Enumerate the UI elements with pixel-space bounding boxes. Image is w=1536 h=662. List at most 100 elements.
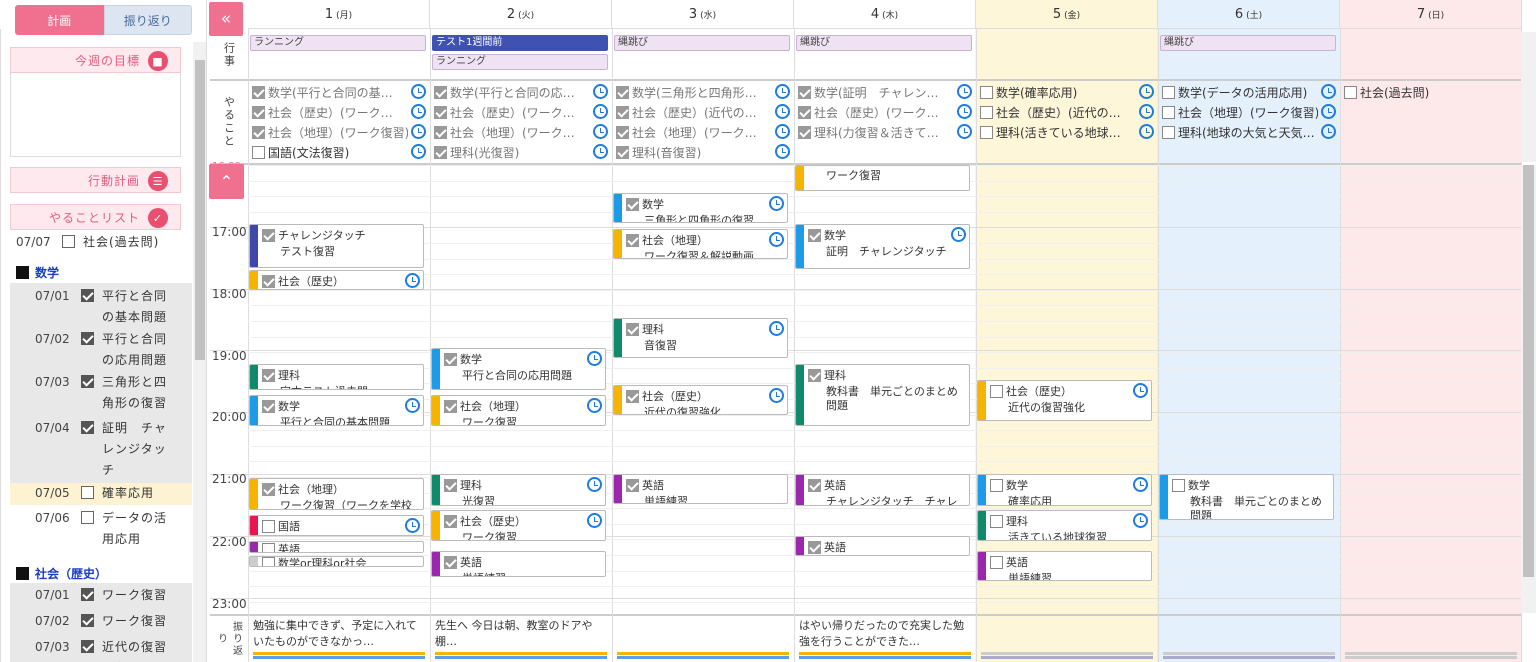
stop-icon[interactable]: ■ xyxy=(148,51,168,71)
reflection-text[interactable] xyxy=(1345,618,1515,652)
todo-checkbox[interactable] xyxy=(434,145,447,159)
item-checkbox[interactable] xyxy=(81,375,94,388)
todo-checkbox[interactable] xyxy=(1344,85,1357,99)
reflection-text[interactable] xyxy=(1163,618,1333,652)
todo-checkbox[interactable] xyxy=(980,125,993,139)
item-checkbox[interactable] xyxy=(62,235,75,248)
day-header[interactable]: 3 (水) xyxy=(612,0,794,29)
grid-scrollbar[interactable] xyxy=(1521,165,1536,613)
todo-item[interactable]: 数学(三角形と四角形… xyxy=(616,82,772,102)
item-checkbox[interactable] xyxy=(81,486,94,499)
todo-item[interactable]: 社会（地理）(ワーク復習) xyxy=(1162,102,1318,122)
clock-icon[interactable] xyxy=(1139,84,1154,99)
schedule-card[interactable]: 社会（地理） ワーク復習 xyxy=(431,395,606,426)
day-header[interactable]: 2 (火) xyxy=(430,0,612,29)
clock-icon[interactable] xyxy=(775,84,790,99)
clock-icon[interactable] xyxy=(1321,104,1336,119)
tab-plan[interactable]: 計画 xyxy=(15,5,104,35)
todo-item[interactable]: 数学(データの活用応用) xyxy=(1162,82,1318,102)
clock-icon[interactable] xyxy=(957,84,972,99)
schedule-card[interactable]: 数学 教科書 単元ごとのまとめ問題 xyxy=(1159,474,1334,520)
schedule-card[interactable]: 理科 教科書 単元ごとのまとめ問題 xyxy=(795,364,970,426)
todo-item[interactable]: 社会（地理）(ワーク… xyxy=(616,122,772,142)
list-item[interactable]: 07/02 平行と合同の応用問題 xyxy=(0,329,192,371)
schedule-card[interactable]: 英語 xyxy=(249,541,424,553)
list-item[interactable]: 07/06 データの活用応用 xyxy=(0,508,192,550)
schedule-card[interactable]: 理科 活きている地球復習 xyxy=(977,510,1152,541)
clock-icon[interactable] xyxy=(405,273,420,288)
clock-icon[interactable] xyxy=(411,84,426,99)
clock-icon[interactable] xyxy=(951,227,966,242)
left-scrollbar-thumb[interactable] xyxy=(195,60,205,360)
todo-checkbox[interactable] xyxy=(252,125,265,139)
reflection-text[interactable]: 先生へ 今日は朝、教室のドアや棚… xyxy=(435,618,605,652)
weekly-goal-box[interactable] xyxy=(10,73,181,157)
clock-icon[interactable] xyxy=(1321,84,1336,99)
todo-item[interactable]: 社会(過去問) xyxy=(1344,82,1500,102)
schedule-card[interactable]: 数学 三角形と四角形の復習 xyxy=(613,193,788,223)
todo-checkbox[interactable] xyxy=(252,85,265,99)
reflection-text[interactable]: 勉強に集中できず、予定に入れていたものができなかっ… xyxy=(253,618,423,652)
clock-icon[interactable] xyxy=(411,144,426,159)
schedule-card[interactable]: 理科定本テスト過去問 xyxy=(249,364,424,390)
todo-item[interactable]: 理科(光復習) xyxy=(434,142,590,162)
todo-checkbox[interactable] xyxy=(1162,125,1175,139)
schedule-card[interactable]: 社会（歴史） 近代の復習強化 xyxy=(613,385,788,415)
schedule-card[interactable]: 数学 平行と合同の応用問題 xyxy=(431,348,606,390)
todo-item[interactable]: 数学(平行と合同の応… xyxy=(434,82,590,102)
schedule-card[interactable]: 数学 証明 チャレンジタッチ xyxy=(795,224,970,269)
todo-checkbox[interactable] xyxy=(798,105,811,119)
clock-icon[interactable] xyxy=(593,84,608,99)
clock-icon[interactable] xyxy=(775,124,790,139)
schedule-card[interactable]: 理科 光復習 xyxy=(431,474,606,506)
todo-item[interactable]: 数学(確率応用) xyxy=(980,82,1136,102)
day-header[interactable]: 4 (木) xyxy=(794,0,976,29)
todo-item[interactable]: 社会（地理）(ワーク復習) xyxy=(252,122,408,142)
schedule-card[interactable]: 数学or理科or社会 xyxy=(249,556,424,567)
todo-item[interactable]: 社会（歴史）(ワーク… xyxy=(434,102,590,122)
todo-item[interactable]: 理科(活きている地球… xyxy=(980,122,1136,142)
todo-item[interactable]: 社会（歴史）(近代の… xyxy=(616,102,772,122)
schedule-card[interactable]: 英語 xyxy=(795,536,970,556)
todo-checkbox[interactable] xyxy=(980,105,993,119)
schedule-card[interactable]: 数学 平行と合同の基本問題 xyxy=(249,395,424,426)
todo-checkbox[interactable] xyxy=(798,85,811,99)
todo-item[interactable]: 理科(音復習) xyxy=(616,142,772,162)
todo-checkbox[interactable] xyxy=(616,105,629,119)
schedule-card[interactable]: 英語単語練習 xyxy=(431,551,606,577)
item-checkbox[interactable] xyxy=(81,640,94,653)
event-chip[interactable]: テスト1週間前 xyxy=(432,35,608,51)
item-checkbox[interactable] xyxy=(81,289,94,302)
todo-checkbox[interactable] xyxy=(434,105,447,119)
todo-checkbox[interactable] xyxy=(616,145,629,159)
todo-item[interactable]: 社会（歴史）(近代の… xyxy=(980,102,1136,122)
clock-icon[interactable] xyxy=(957,104,972,119)
reflection-text[interactable] xyxy=(617,618,787,652)
schedule-card[interactable]: 社会（歴史） 近代の復習強化 xyxy=(977,380,1152,421)
clock-icon[interactable] xyxy=(593,104,608,119)
list-item[interactable]: 07/02 ワーク復習 xyxy=(0,611,192,632)
clock-icon[interactable] xyxy=(1133,477,1148,492)
schedule-card[interactable]: チャレンジタッチ テスト復習 xyxy=(249,224,424,268)
todo-checkbox[interactable] xyxy=(252,145,265,159)
list-item[interactable]: 07/01 ワーク復習 xyxy=(0,585,192,606)
clock-icon[interactable] xyxy=(769,196,784,211)
list-item[interactable]: 07/01 平行と合同の基本問題 xyxy=(0,286,192,328)
todo-checkbox[interactable] xyxy=(434,85,447,99)
todo-checkbox[interactable] xyxy=(1162,105,1175,119)
clock-icon[interactable] xyxy=(775,144,790,159)
clock-icon[interactable] xyxy=(587,513,602,528)
todo-item[interactable]: 社会（歴史）(ワーク… xyxy=(252,102,408,122)
list-icon[interactable]: ☰ xyxy=(148,171,168,191)
todo-checkbox[interactable] xyxy=(616,125,629,139)
reflection-text[interactable]: はやい帰りだったので充実した勉強を行うことができた… xyxy=(799,618,969,652)
todo-item[interactable]: 理科(地球の大気と天気… xyxy=(1162,122,1318,142)
clock-icon[interactable] xyxy=(1139,104,1154,119)
clock-icon[interactable] xyxy=(587,398,602,413)
day-header[interactable]: 6 (土) xyxy=(1158,0,1340,29)
todo-scrollbar[interactable] xyxy=(1521,32,1536,162)
list-item[interactable]: 07/03 三角形と四角形の復習 xyxy=(0,372,192,414)
event-chip[interactable]: ランニング xyxy=(432,54,608,70)
clock-icon[interactable] xyxy=(587,477,602,492)
todo-item[interactable]: 社会（歴史）(ワーク… xyxy=(798,102,954,122)
